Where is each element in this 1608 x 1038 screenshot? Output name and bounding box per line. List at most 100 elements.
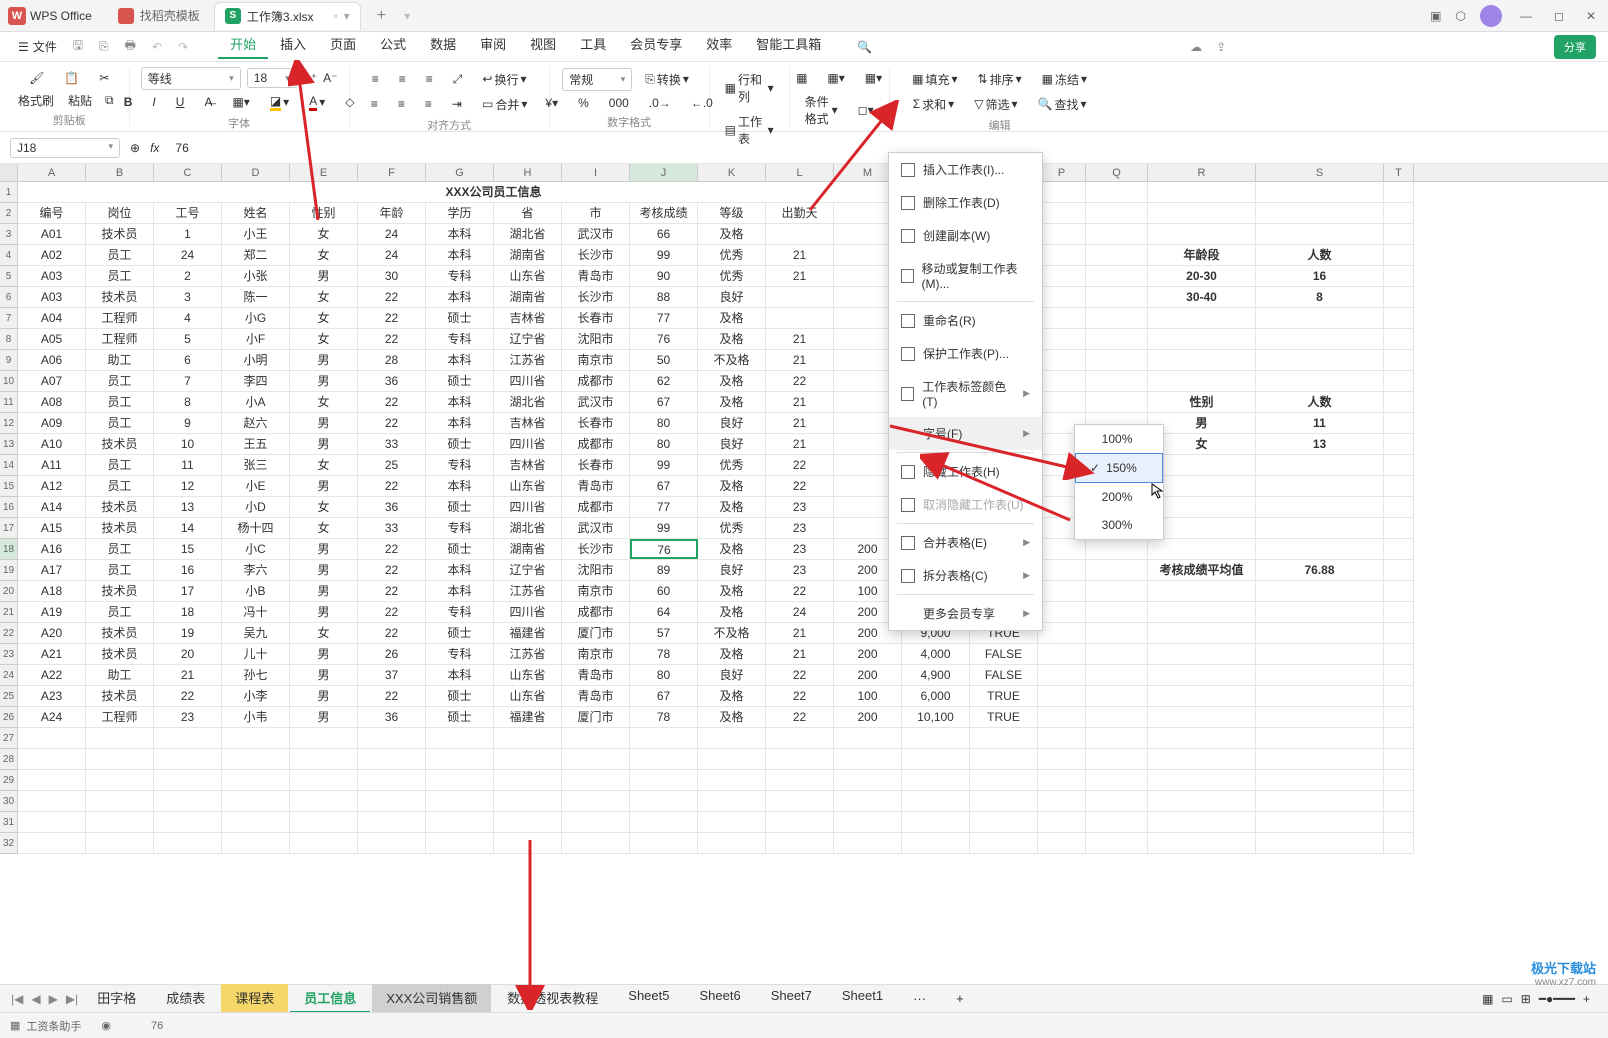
cell[interactable]: 16	[154, 560, 222, 580]
cell[interactable]	[1256, 581, 1384, 601]
rowcol-button[interactable]: ▦ 行和列▾	[718, 67, 781, 109]
cell[interactable]: A22	[18, 665, 86, 685]
cell[interactable]	[1256, 476, 1384, 496]
cell[interactable]: 67	[630, 686, 698, 706]
align-bot-button[interactable]: ≡	[419, 68, 440, 90]
cell[interactable]	[18, 833, 86, 853]
cell[interactable]: 员工	[86, 539, 154, 559]
cell[interactable]	[1086, 791, 1148, 811]
cell[interactable]: 男	[290, 644, 358, 664]
minimize-button[interactable]: —	[1516, 9, 1536, 23]
cell[interactable]	[222, 749, 290, 769]
col-header[interactable]: B	[86, 164, 154, 181]
cell[interactable]	[562, 833, 630, 853]
cell[interactable]	[494, 812, 562, 832]
menu-item-10[interactable]: 智能工具箱	[744, 34, 833, 59]
cell[interactable]: 78	[630, 707, 698, 727]
redo-icon[interactable]: ↷	[178, 40, 188, 54]
number-format-select[interactable]: 常规▾	[562, 68, 632, 91]
cell[interactable]: 湖南省	[494, 539, 562, 559]
cell[interactable]: 19	[154, 623, 222, 643]
cell[interactable]	[358, 749, 426, 769]
col-header[interactable]: P	[1038, 164, 1086, 181]
cell[interactable]: 本科	[426, 560, 494, 580]
print-preview-icon[interactable]: ⎘	[99, 39, 109, 54]
cell[interactable]: 及格	[698, 329, 766, 349]
cell[interactable]: 岗位	[86, 203, 154, 223]
cell[interactable]	[1384, 770, 1414, 790]
cell[interactable]: 男	[1148, 413, 1256, 433]
cell[interactable]: A23	[18, 686, 86, 706]
cell[interactable]	[766, 749, 834, 769]
cell[interactable]: 南京市	[562, 581, 630, 601]
cell[interactable]	[1384, 602, 1414, 622]
col-header[interactable]: H	[494, 164, 562, 181]
cell[interactable]	[1038, 329, 1086, 349]
cell[interactable]: A09	[18, 413, 86, 433]
cell[interactable]: 7	[154, 371, 222, 391]
menu-item-4[interactable]: 数据	[418, 34, 468, 59]
cell[interactable]	[1148, 350, 1256, 370]
cell[interactable]: 专科	[426, 602, 494, 622]
menu-item-7[interactable]: 工具	[568, 34, 618, 59]
cell[interactable]: 人数	[1256, 245, 1384, 265]
cell[interactable]	[358, 728, 426, 748]
cell[interactable]: TRUE	[970, 707, 1038, 727]
cell[interactable]: 武汉市	[562, 392, 630, 412]
merge-button[interactable]: ▭ 合并▾	[475, 92, 534, 117]
increase-font-icon[interactable]: A⁺	[303, 71, 317, 85]
cell[interactable]: 4,900	[902, 665, 970, 685]
cell[interactable]	[1086, 833, 1148, 853]
menu-item-1[interactable]: 插入	[268, 34, 318, 59]
context-menu-item[interactable]: 创建副本(W)	[889, 219, 1042, 252]
cell[interactable]: 男	[290, 476, 358, 496]
cell[interactable]	[1038, 308, 1086, 328]
cell[interactable]: 厦门市	[562, 707, 630, 727]
cell[interactable]	[18, 812, 86, 832]
cell[interactable]	[222, 833, 290, 853]
cell[interactable]	[222, 812, 290, 832]
sheet-tab[interactable]: Sheet5	[614, 984, 683, 1013]
cell[interactable]: 硕士	[426, 497, 494, 517]
submenu-item[interactable]: 100%	[1075, 425, 1163, 453]
row-header[interactable]: 5	[0, 266, 18, 287]
cell[interactable]	[562, 791, 630, 811]
assistant-label[interactable]: 工资条助手	[26, 1018, 81, 1034]
cell[interactable]: 男	[290, 539, 358, 559]
cell[interactable]: 24	[766, 602, 834, 622]
fill-color-button[interactable]: ◪▾	[263, 90, 296, 115]
context-menu-item[interactable]: 重命名(R)	[889, 304, 1042, 337]
cell[interactable]	[358, 812, 426, 832]
cell[interactable]: A08	[18, 392, 86, 412]
cell[interactable]: 90	[630, 266, 698, 286]
new-tab-button[interactable]: +	[365, 7, 398, 25]
chevron-down-icon[interactable]: ▾	[344, 9, 350, 23]
cell[interactable]: A06	[18, 350, 86, 370]
sum-button[interactable]: Σ 求和▾	[906, 92, 961, 117]
cell[interactable]: 专科	[426, 455, 494, 475]
cell[interactable]: 年龄	[358, 203, 426, 223]
cell[interactable]: 21	[766, 413, 834, 433]
cell[interactable]	[698, 791, 766, 811]
cell[interactable]	[1038, 665, 1086, 685]
cell[interactable]	[1038, 602, 1086, 622]
cell[interactable]: 考核成绩	[630, 203, 698, 223]
cell[interactable]	[1384, 413, 1414, 433]
cell[interactable]: 厦门市	[562, 623, 630, 643]
cell[interactable]: 助工	[86, 665, 154, 685]
col-header[interactable]: D	[222, 164, 290, 181]
context-menu-item[interactable]: 字号(F)▶	[889, 417, 1042, 450]
cell[interactable]	[766, 770, 834, 790]
cell[interactable]: 23	[766, 539, 834, 559]
row-header[interactable]: 32	[0, 833, 18, 854]
wrap-button[interactable]: ↩ 换行▾	[475, 67, 533, 92]
cell[interactable]	[1256, 350, 1384, 370]
cell[interactable]	[1148, 329, 1256, 349]
cell[interactable]	[426, 728, 494, 748]
cell[interactable]: 21	[154, 665, 222, 685]
cell[interactable]	[222, 791, 290, 811]
comma-button[interactable]: 000	[602, 92, 636, 114]
cell[interactable]	[1148, 812, 1256, 832]
cell[interactable]: 22	[766, 707, 834, 727]
cell[interactable]: 长春市	[562, 308, 630, 328]
